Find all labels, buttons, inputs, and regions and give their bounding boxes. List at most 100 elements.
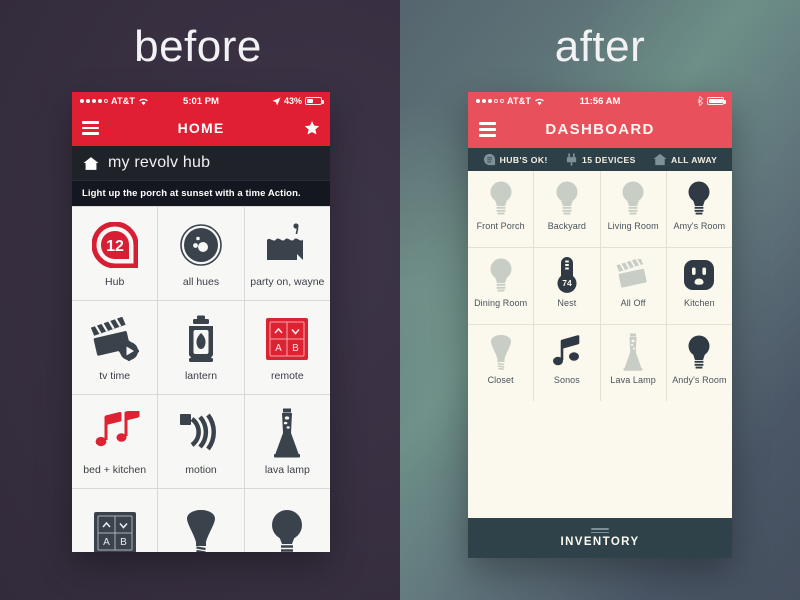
tile-label: lantern bbox=[184, 370, 218, 382]
after-nav-title: DASHBOARD bbox=[545, 120, 655, 138]
device-tile-amys-room[interactable]: Amy's Room bbox=[666, 171, 732, 247]
device-tile-closet[interactable]: Closet bbox=[468, 325, 534, 401]
light-bulb-icon bbox=[686, 178, 712, 218]
clapperboard-icon bbox=[616, 255, 650, 295]
hamburger-menu-icon[interactable] bbox=[479, 121, 496, 137]
signal-strength-icon bbox=[80, 99, 108, 103]
inventory-label: INVENTORY bbox=[560, 536, 640, 548]
infobar-label: 15 DEVICES bbox=[582, 154, 636, 165]
after-navbar: DASHBOARD bbox=[468, 110, 732, 148]
battery-icon bbox=[305, 97, 324, 105]
device-tile-kitchen[interactable]: Kitchen bbox=[666, 248, 732, 324]
tile-tv-time[interactable]: tv time bbox=[72, 301, 158, 394]
device-tile-andys-room[interactable]: Andy's Room bbox=[666, 325, 732, 401]
before-tile-grid: 12 Hub all hues party on, wayne tv time … bbox=[72, 206, 330, 552]
bluetooth-icon bbox=[697, 96, 704, 106]
device-tile-all-off[interactable]: All Off bbox=[600, 248, 666, 324]
tile-lava-lamp[interactable]: lava lamp bbox=[244, 395, 330, 488]
plug-icon bbox=[565, 153, 578, 166]
music-notes-icon bbox=[90, 407, 140, 459]
device-label: Nest bbox=[557, 298, 577, 308]
battery-percent-label: 43% bbox=[283, 96, 302, 106]
after-phone-screen: AT&T 11:56 AM DASHBOARD HUB'S OK! 15 DEV… bbox=[468, 92, 732, 558]
tile-hub[interactable]: 12 Hub bbox=[72, 207, 158, 300]
before-statusbar-left: AT&T bbox=[80, 96, 149, 106]
tile-lantern[interactable]: lantern bbox=[158, 301, 244, 394]
star-icon[interactable] bbox=[304, 120, 320, 136]
svg-text:12: 12 bbox=[106, 238, 124, 255]
device-tile-front-porch[interactable]: Front Porch bbox=[468, 171, 534, 247]
before-nav-title: HOME bbox=[177, 120, 225, 136]
tile-label: Hub bbox=[105, 276, 125, 288]
flood-bulb-icon bbox=[489, 332, 513, 372]
hamburger-menu-icon[interactable] bbox=[82, 121, 99, 135]
infobar-label: HUB'S OK! bbox=[499, 154, 548, 165]
svg-text:A: A bbox=[275, 343, 282, 354]
before-panel-title: before bbox=[134, 22, 262, 71]
tile-label: party on, wayne bbox=[250, 276, 325, 288]
svg-text:B: B bbox=[292, 343, 299, 354]
tile-label: tv time bbox=[99, 370, 131, 382]
lantern-icon bbox=[184, 313, 218, 365]
thermostat-icon: 74 bbox=[555, 255, 579, 295]
svg-text:A: A bbox=[103, 537, 110, 548]
after-statusbar-left: AT&T bbox=[476, 96, 545, 106]
device-label: Dining Room bbox=[474, 298, 528, 308]
tip-bar: Light up the porch at sunset with a time… bbox=[72, 180, 330, 206]
device-label: All Off bbox=[620, 298, 646, 308]
before-navbar: HOME bbox=[72, 110, 330, 146]
tile-label: lava lamp bbox=[264, 464, 310, 476]
tile-label: bed + kitchen bbox=[83, 464, 147, 476]
device-tile-living-room[interactable]: Living Room bbox=[600, 171, 666, 247]
device-tile-dining-room[interactable]: Dining Room bbox=[468, 248, 534, 324]
before-panel: before AT&T 5:01 PM 43% HOME my revolv h… bbox=[0, 0, 400, 600]
inventory-footer[interactable]: INVENTORY bbox=[468, 518, 732, 558]
tile-party-on-wayne[interactable]: party on, wayne bbox=[244, 207, 330, 300]
device-tile-nest[interactable]: 74 Nest bbox=[534, 248, 600, 324]
tile-remote[interactable]: A B remote bbox=[244, 301, 330, 394]
device-tile-backyard[interactable]: Backyard bbox=[534, 171, 600, 247]
infobar-item-hub-status[interactable]: HUB'S OK! bbox=[483, 153, 548, 166]
device-label: Amy's Room bbox=[673, 221, 726, 231]
infobar-item-devices[interactable]: 15 DEVICES bbox=[565, 153, 636, 166]
light-bulb-icon bbox=[620, 178, 646, 218]
comparison-stage: before AT&T 5:01 PM 43% HOME my revolv h… bbox=[0, 0, 800, 600]
before-phone-screen: AT&T 5:01 PM 43% HOME my revolv hub Ligh… bbox=[72, 92, 330, 552]
light-bulb-icon bbox=[488, 255, 514, 295]
hub-name-label: my revolv hub bbox=[108, 154, 211, 171]
svg-text:B: B bbox=[120, 537, 127, 548]
thermostat-value: 74 bbox=[562, 278, 572, 288]
hub-row[interactable]: my revolv hub bbox=[72, 146, 330, 180]
device-label: Front Porch bbox=[476, 221, 525, 231]
tile-remote-dark[interactable]: A B bbox=[72, 489, 158, 552]
tile-all-hues[interactable]: all hues bbox=[158, 207, 244, 300]
flood-bulb-icon bbox=[184, 507, 218, 552]
infobar-label: ALL AWAY bbox=[670, 154, 718, 165]
after-grid-area: Front Porch Backyard Living Room Amy's R… bbox=[468, 171, 732, 491]
hub-badge-icon: 12 bbox=[91, 219, 138, 271]
device-tile-lava-lamp[interactable]: Lava Lamp bbox=[600, 325, 666, 401]
home-icon bbox=[83, 156, 99, 171]
before-statusbar: AT&T 5:01 PM 43% bbox=[72, 92, 330, 110]
outlet-icon bbox=[683, 255, 715, 295]
tile-motion[interactable]: motion bbox=[158, 395, 244, 488]
device-label: Sonos bbox=[553, 375, 580, 385]
device-label: Living Room bbox=[607, 221, 659, 231]
device-label: Lava Lamp bbox=[610, 375, 656, 385]
light-bulb-icon bbox=[686, 332, 712, 372]
carrier-label: AT&T bbox=[507, 96, 532, 106]
after-statusbar-right bbox=[697, 96, 726, 106]
after-panel: after AT&T 11:56 AM DASHBOARD HUB'S OK! … bbox=[400, 0, 800, 600]
device-tile-sonos[interactable]: Sonos bbox=[534, 325, 600, 401]
tile-bed-kitchen[interactable]: bed + kitchen bbox=[72, 395, 158, 488]
tile-flood-bulb[interactable] bbox=[158, 489, 244, 552]
tile-light-bulb[interactable] bbox=[244, 489, 330, 552]
location-arrow-icon bbox=[272, 96, 281, 106]
light-bulb-icon bbox=[554, 178, 580, 218]
device-label: Closet bbox=[487, 375, 514, 385]
tip-text: Light up the porch at sunset with a time… bbox=[82, 188, 301, 199]
drag-handle-icon[interactable] bbox=[591, 528, 609, 533]
tile-label: all hues bbox=[182, 276, 220, 288]
infobar-item-all-away[interactable]: ALL AWAY bbox=[653, 153, 717, 166]
light-bulb-icon bbox=[269, 507, 305, 552]
